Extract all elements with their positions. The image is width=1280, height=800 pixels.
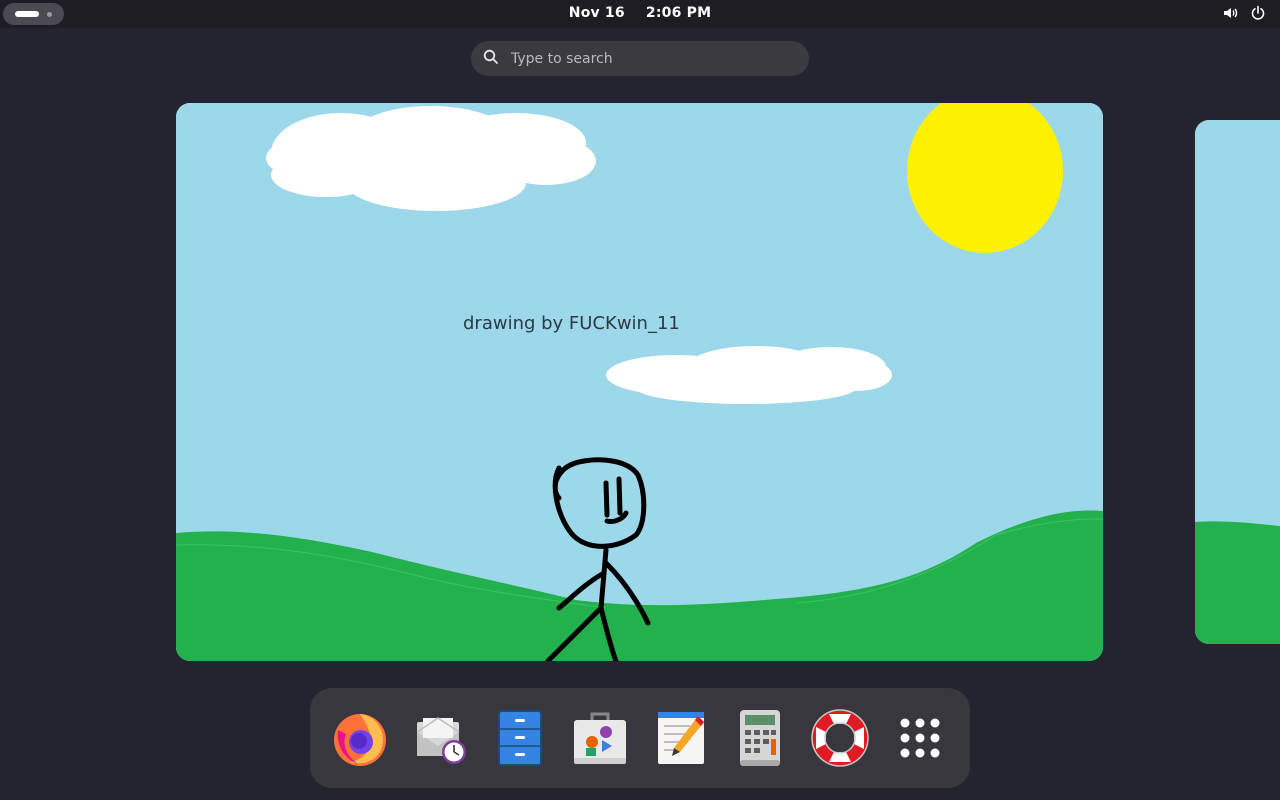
software-bag-icon bbox=[574, 712, 626, 764]
clock-date: Nov 16 bbox=[568, 5, 625, 21]
dock-text-editor[interactable] bbox=[649, 707, 711, 769]
clock-time: 2:06 PM bbox=[645, 5, 712, 21]
calculator-icon bbox=[740, 710, 780, 766]
search-field[interactable] bbox=[471, 41, 809, 76]
drawing-canvas bbox=[176, 103, 1103, 661]
dock-firefox[interactable] bbox=[329, 707, 391, 769]
drawing-caption: drawing by FUCKwin_11 bbox=[463, 313, 680, 334]
search-input[interactable] bbox=[509, 49, 783, 68]
dock-help[interactable] bbox=[809, 707, 871, 769]
lifebuoy-icon bbox=[811, 709, 869, 767]
system-menu[interactable] bbox=[1222, 5, 1266, 21]
power-icon bbox=[1250, 5, 1266, 21]
app-grid-icon bbox=[900, 718, 940, 758]
dock-software[interactable] bbox=[569, 707, 631, 769]
clock[interactable]: Nov 16 2:06 PM bbox=[0, 5, 1280, 21]
window-thumbnail-next[interactable] bbox=[1195, 120, 1280, 644]
text-editor-icon bbox=[658, 712, 704, 764]
volume-icon bbox=[1222, 5, 1238, 21]
file-cabinet-icon bbox=[498, 710, 542, 766]
top-bar: Nov 16 2:06 PM bbox=[0, 0, 1280, 28]
dock-evolution[interactable] bbox=[409, 707, 471, 769]
next-window-preview bbox=[1195, 120, 1280, 644]
dock bbox=[310, 688, 970, 788]
mail-clock-icon bbox=[416, 717, 466, 764]
search-icon bbox=[483, 49, 499, 69]
window-thumbnail-drawing[interactable]: drawing by FUCKwin_11 bbox=[176, 103, 1103, 661]
dock-files[interactable] bbox=[489, 707, 551, 769]
dock-show-applications[interactable] bbox=[889, 707, 951, 769]
firefox-icon bbox=[334, 714, 386, 766]
dock-calculator[interactable] bbox=[729, 707, 791, 769]
